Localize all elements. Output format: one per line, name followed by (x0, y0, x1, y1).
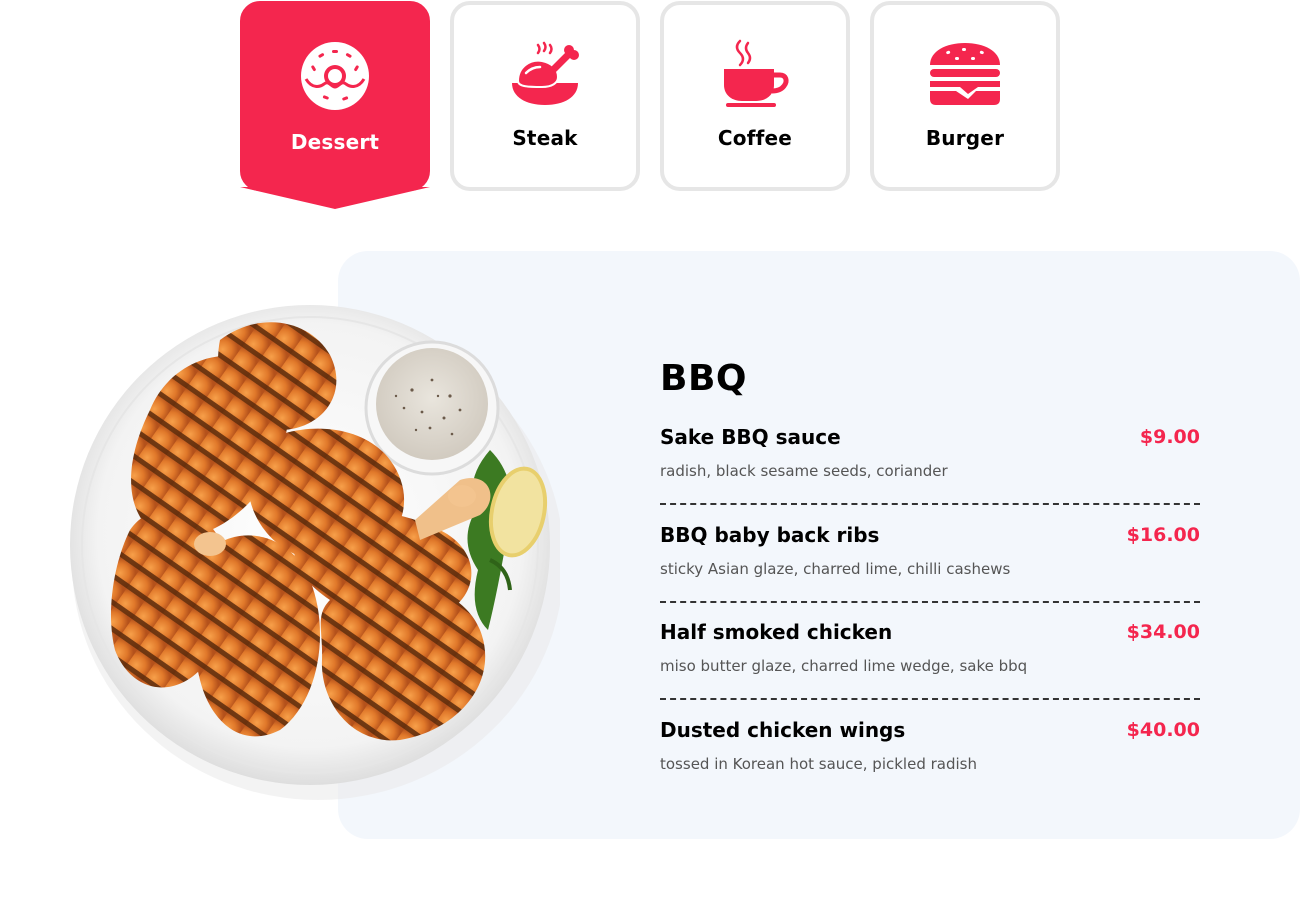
menu-item: Half smoked chicken $34.00 miso butter g… (660, 619, 1200, 717)
dashed-divider (660, 503, 1200, 505)
menu-list: Sake BBQ sauce $9.00 radish, black sesam… (660, 424, 1200, 814)
burger-icon (928, 39, 1002, 109)
tab-dessert[interactable]: Dessert (240, 1, 430, 191)
menu-item: Dusted chicken wings $40.00 tossed in Ko… (660, 717, 1200, 815)
menu-item-description: miso butter glaze, charred lime wedge, s… (660, 657, 1028, 675)
menu-item: BBQ baby back ribs $16.00 sticky Asian g… (660, 522, 1200, 620)
tab-label: Dessert (290, 130, 380, 154)
coffee-cup-icon (718, 39, 792, 109)
tab-label: Steak (512, 126, 578, 150)
menu-item-name: Sake BBQ sauce (660, 425, 841, 449)
tab-burger[interactable]: Burger (870, 1, 1060, 191)
dashed-divider (660, 698, 1200, 700)
tab-steak[interactable]: Steak (450, 1, 640, 191)
menu-item-name: Dusted chicken wings (660, 717, 906, 742)
dashed-divider (660, 600, 1200, 603)
menu-item-price: $40.00 (1126, 718, 1200, 741)
menu-item-description: radish, black sesame seeds, coriander (660, 462, 948, 480)
menu-item: Sake BBQ sauce $9.00 radish, black sesam… (660, 424, 1200, 522)
menu-section: BBQ Sake BBQ sauce $9.00 radish, black s… (660, 355, 1200, 814)
menu-item-price: $9.00 (1139, 426, 1200, 448)
tab-label: Burger (925, 126, 1005, 150)
tab-label: Coffee (717, 126, 793, 150)
donut-icon (298, 41, 372, 111)
menu-item-description: sticky Asian glaze, charred lime, chilli… (660, 559, 1011, 578)
grilled-chicken-plate-image (60, 300, 560, 800)
menu-item-name: BBQ baby back ribs (660, 522, 880, 547)
category-tabs: Dessert Steak Coffee Burger (240, 1, 1060, 211)
chicken-leg-icon (508, 39, 582, 109)
menu-item-price: $16.00 (1126, 523, 1200, 546)
tab-coffee[interactable]: Coffee (660, 1, 850, 191)
menu-title: BBQ (660, 358, 747, 399)
menu-item-name: Half smoked chicken (660, 620, 893, 644)
menu-item-price: $34.00 (1126, 621, 1200, 643)
menu-item-description: tossed in Korean hot sauce, pickled radi… (660, 754, 977, 773)
